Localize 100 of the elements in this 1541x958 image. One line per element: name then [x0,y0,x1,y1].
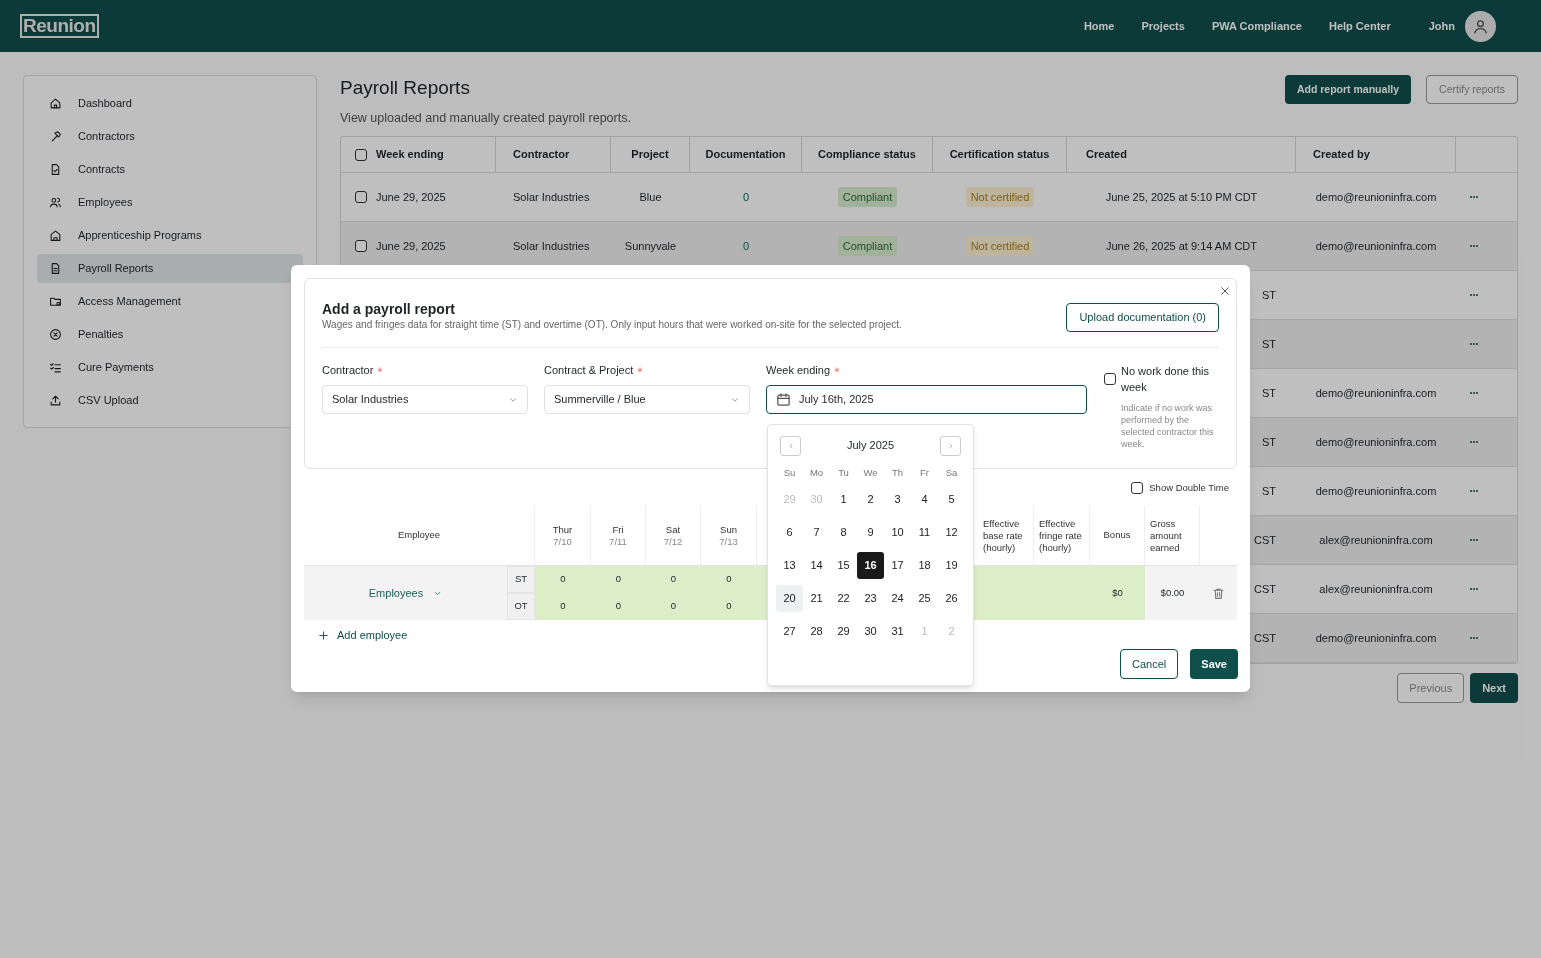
calendar-day[interactable]: 13 [776,552,803,579]
table-cell-text: demo@reunioninfra.com [1315,630,1437,646]
hours-input[interactable]: 0 [701,593,757,620]
calendar-day[interactable]: 25 [911,585,938,612]
sidebar-item[interactable]: Employees [37,188,303,217]
sidebar-item[interactable]: Penalties [37,320,303,349]
calendar-day[interactable]: 30 [857,618,884,645]
add-employee-link[interactable]: Add employee [318,627,408,643]
hours-input[interactable]: 0 [591,566,646,593]
user-name[interactable]: John [1428,17,1455,35]
logo[interactable]: Reunion [20,14,99,38]
more-icon[interactable] [1467,587,1481,591]
calendar-day[interactable]: 9 [857,519,884,546]
calendar-day[interactable]: 22 [830,585,857,612]
calendar-day[interactable]: 7 [803,519,830,546]
nav-link[interactable]: Help Center [1328,17,1391,35]
more-icon[interactable] [1467,636,1481,640]
checkbox[interactable] [355,148,367,161]
nav-link[interactable]: PWA Compliance [1211,17,1302,35]
calendar-day[interactable]: 11 [911,519,938,546]
calendar-day[interactable]: 28 [803,618,830,645]
rate-input[interactable] [978,566,1034,620]
calendar-day[interactable]: 16 [857,552,884,579]
hours-input[interactable]: 0 [535,566,591,593]
column-header: Created [1086,147,1127,163]
checkbox[interactable] [355,191,367,203]
more-icon[interactable] [1467,195,1481,199]
checkbox[interactable] [1131,482,1144,494]
sidebar-item[interactable]: Payroll Reports [37,254,303,283]
select-field[interactable]: Solar Industries [322,385,528,414]
calendar-day[interactable]: 27 [776,618,803,645]
next-button[interactable]: Next [1470,673,1518,703]
link[interactable]: 0 [742,237,750,255]
sidebar-item[interactable]: Dashboard [37,89,303,118]
cancel-button[interactable]: Cancel [1120,649,1179,679]
trash-icon[interactable] [1212,586,1225,600]
more-icon[interactable] [1467,489,1481,493]
add-report-button[interactable]: Add report manually [1284,75,1412,104]
sidebar-item[interactable]: CSV Upload [37,386,303,415]
hours-input[interactable]: 0 [646,566,701,593]
hint-text: Indicate if no work was performed by the selected contractor this week. [1121,402,1215,450]
hours-input[interactable]: 0 [591,593,646,620]
table-cell-text: alex@reunioninfra.com [1319,532,1433,548]
upload-button[interactable]: Upload documentation (0) [1066,303,1219,332]
link[interactable]: 0 [742,188,750,206]
calendar-day[interactable]: 4 [911,486,938,513]
date-field[interactable]: July 16th, 2025 [766,385,1087,414]
checkbox[interactable] [1104,373,1116,385]
calendar-day[interactable]: 31 [884,618,911,645]
select-field[interactable]: Summerville / Blue [544,385,750,414]
calendar-day[interactable]: 2 [857,486,884,513]
calendar-day[interactable]: 29 [830,618,857,645]
save-button[interactable]: Save [1190,649,1238,679]
calendar-day[interactable]: 6 [776,519,803,546]
more-icon[interactable] [1467,538,1481,542]
page-title: Payroll Reports [340,76,471,100]
sidebar-item[interactable]: Apprenticeship Programs [37,221,303,250]
calendar-day[interactable]: 19 [938,552,965,579]
column-header: Documentation [705,147,786,163]
people-icon [49,196,62,209]
table-cell-text: ST [1261,434,1276,450]
calendar-day[interactable]: 3 [884,486,911,513]
sidebar-item[interactable]: Cure Payments [37,353,303,382]
nav-link[interactable]: Home [1083,17,1115,35]
avatar[interactable] [1465,10,1496,42]
weekday-label: Su [783,466,796,480]
sidebar-item[interactable]: Contractors [37,122,303,151]
more-icon[interactable] [1467,391,1481,395]
nav-link[interactable]: Projects [1141,17,1185,35]
calendar-day[interactable]: 10 [884,519,911,546]
calendar-day[interactable]: 26 [938,585,965,612]
calendar-day[interactable]: 5 [938,486,965,513]
calendar-day[interactable]: 17 [884,552,911,579]
calendar-day[interactable]: 24 [884,585,911,612]
calendar-day[interactable]: 23 [857,585,884,612]
checkbox[interactable] [355,240,367,252]
calendar-day[interactable]: 12 [938,519,965,546]
calendar-day[interactable]: 20 [776,585,803,612]
hours-input[interactable]: 0 [646,593,701,620]
close-icon[interactable] [1220,286,1230,296]
sidebar-item[interactable]: Access Management [37,287,303,316]
more-icon[interactable] [1467,440,1481,444]
calendar-day[interactable]: 21 [803,585,830,612]
table-cell-text: CST [1254,630,1276,646]
calendar-day[interactable]: 8 [830,519,857,546]
status-badge: Not certified [965,235,1035,257]
building-icon [49,229,62,242]
table-cell-text: ST [1261,287,1276,303]
calendar-day[interactable]: 15 [830,552,857,579]
bonus-input[interactable]: $0 [1090,566,1145,620]
more-icon[interactable] [1467,342,1481,346]
calendar-day[interactable]: 18 [911,552,938,579]
more-icon[interactable] [1467,293,1481,297]
more-icon[interactable] [1467,244,1481,248]
calendar-day[interactable]: 14 [803,552,830,579]
sidebar-item[interactable]: Contracts [37,155,303,184]
employee-select[interactable]: Employees [368,584,443,602]
hours-input[interactable]: 0 [701,566,757,593]
hours-input[interactable]: 0 [535,593,591,620]
calendar-day[interactable]: 1 [830,486,857,513]
